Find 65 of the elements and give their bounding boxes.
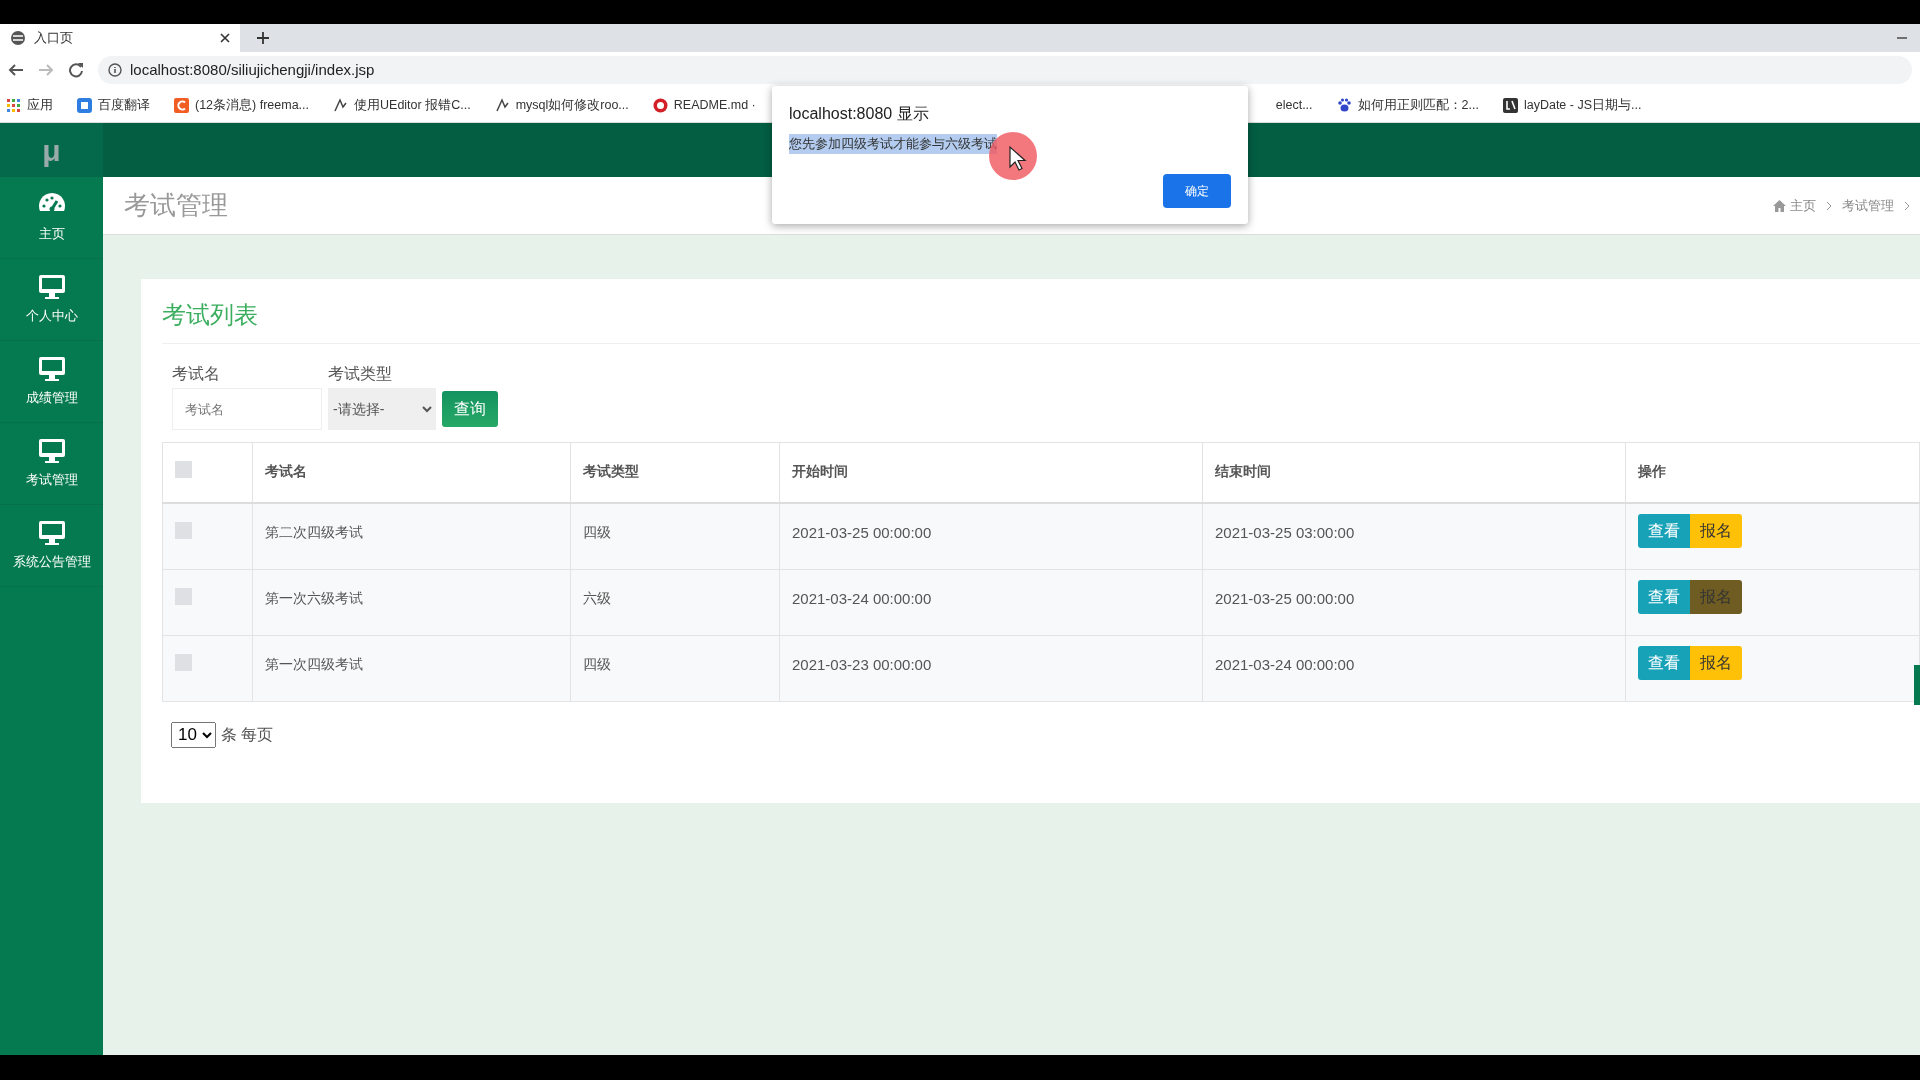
logo: μ (0, 123, 103, 177)
table-cell: 2021-03-25 00:00:00 (779, 503, 1203, 569)
page-size-label: 条 每页 (221, 724, 274, 745)
new-tab-icon[interactable] (256, 31, 270, 45)
table-cell: 六级 (570, 569, 780, 635)
square-logo-icon (1502, 97, 1518, 113)
chevron-icon (1826, 200, 1832, 211)
translate-icon (77, 97, 92, 113)
info-icon (108, 63, 122, 77)
table-cell: 2021-03-24 00:00:00 (1202, 635, 1626, 701)
filter-label: 考试名 (172, 364, 221, 384)
table-cell: 第二次四级考试 (252, 503, 571, 569)
bookmark[interactable]: 百度翻译 (77, 95, 150, 115)
tab-title: 入口页 (34, 29, 73, 48)
breadcrumb-link[interactable]: 主页 (1773, 195, 1816, 216)
checkbox[interactable] (175, 522, 192, 539)
table-cell: 2021-03-24 00:00:00 (779, 569, 1203, 635)
url-text: localhost:8080/siliujichengji/index.jsp (130, 59, 375, 80)
paw-icon (1336, 97, 1352, 113)
action-button[interactable]: 报名 (1690, 645, 1742, 680)
circle-icon (652, 97, 668, 113)
bookmark[interactable]: 如何用正则匹配：2... (1336, 95, 1479, 115)
bookmark[interactable]: (12条消息) freema... (174, 95, 310, 115)
apps-grid-icon (6, 97, 21, 113)
table-cell: 四级 (570, 503, 780, 569)
table-cell: 第一次六级考试 (252, 569, 571, 635)
table-cell: 四级 (570, 635, 780, 701)
bookmark[interactable]: mysql如何修改roo... (494, 95, 629, 115)
bookmark[interactable]: elect... (1275, 95, 1313, 115)
page-title: 考试管理 (124, 189, 228, 222)
browser-tab[interactable]: 入口页 (0, 24, 240, 52)
dialog-title: localhost:8080 显示 (789, 104, 930, 124)
monitor-icon (37, 355, 66, 382)
search-button[interactable]: 查询 (442, 391, 498, 427)
bookmark[interactable]: layDate - JS日期与... (1502, 95, 1642, 115)
close-icon[interactable] (220, 33, 230, 43)
checkbox[interactable] (175, 653, 192, 671)
home-icon (1773, 199, 1786, 212)
checkbox[interactable] (175, 587, 192, 605)
input-field[interactable]: 考试名 (172, 388, 322, 430)
monitor-icon (37, 273, 66, 300)
monitor-icon (37, 519, 66, 546)
page-size-select[interactable]: 10 (171, 721, 216, 748)
address-bar[interactable]: localhost:8080/siliujichengji/index.jsp (98, 56, 1912, 84)
filter-label: 考试类型 (328, 364, 393, 384)
bookmark[interactable]: 应用 (6, 95, 53, 115)
card-title: 考试列表 (162, 297, 1920, 344)
bookmark[interactable]: README.md · (652, 95, 756, 115)
breadcrumb-link[interactable]: 考试管理 (1842, 195, 1894, 216)
letter-c-icon (174, 97, 189, 113)
table-cell: 第一次四级考试 (252, 635, 571, 701)
reload-icon[interactable] (68, 62, 84, 78)
chevron-icon (1904, 200, 1910, 211)
table-cell: 2021-03-25 03:00:00 (1202, 503, 1626, 569)
monitor-icon (37, 437, 66, 464)
checkbox[interactable] (175, 461, 192, 478)
select-field[interactable]: -请选择- (328, 388, 436, 430)
table-cell: 2021-03-25 00:00:00 (1202, 569, 1626, 635)
action-button[interactable]: 报名 (1690, 514, 1742, 548)
bookmark[interactable]: 使用UEditor 报错C... (333, 95, 471, 115)
side-tab[interactable] (1914, 665, 1920, 705)
forward-icon[interactable] (38, 62, 54, 78)
table-cell: 2021-03-23 00:00:00 (779, 635, 1203, 701)
ok-button[interactable]: 确定 (1163, 174, 1231, 208)
back-icon[interactable] (8, 62, 24, 78)
